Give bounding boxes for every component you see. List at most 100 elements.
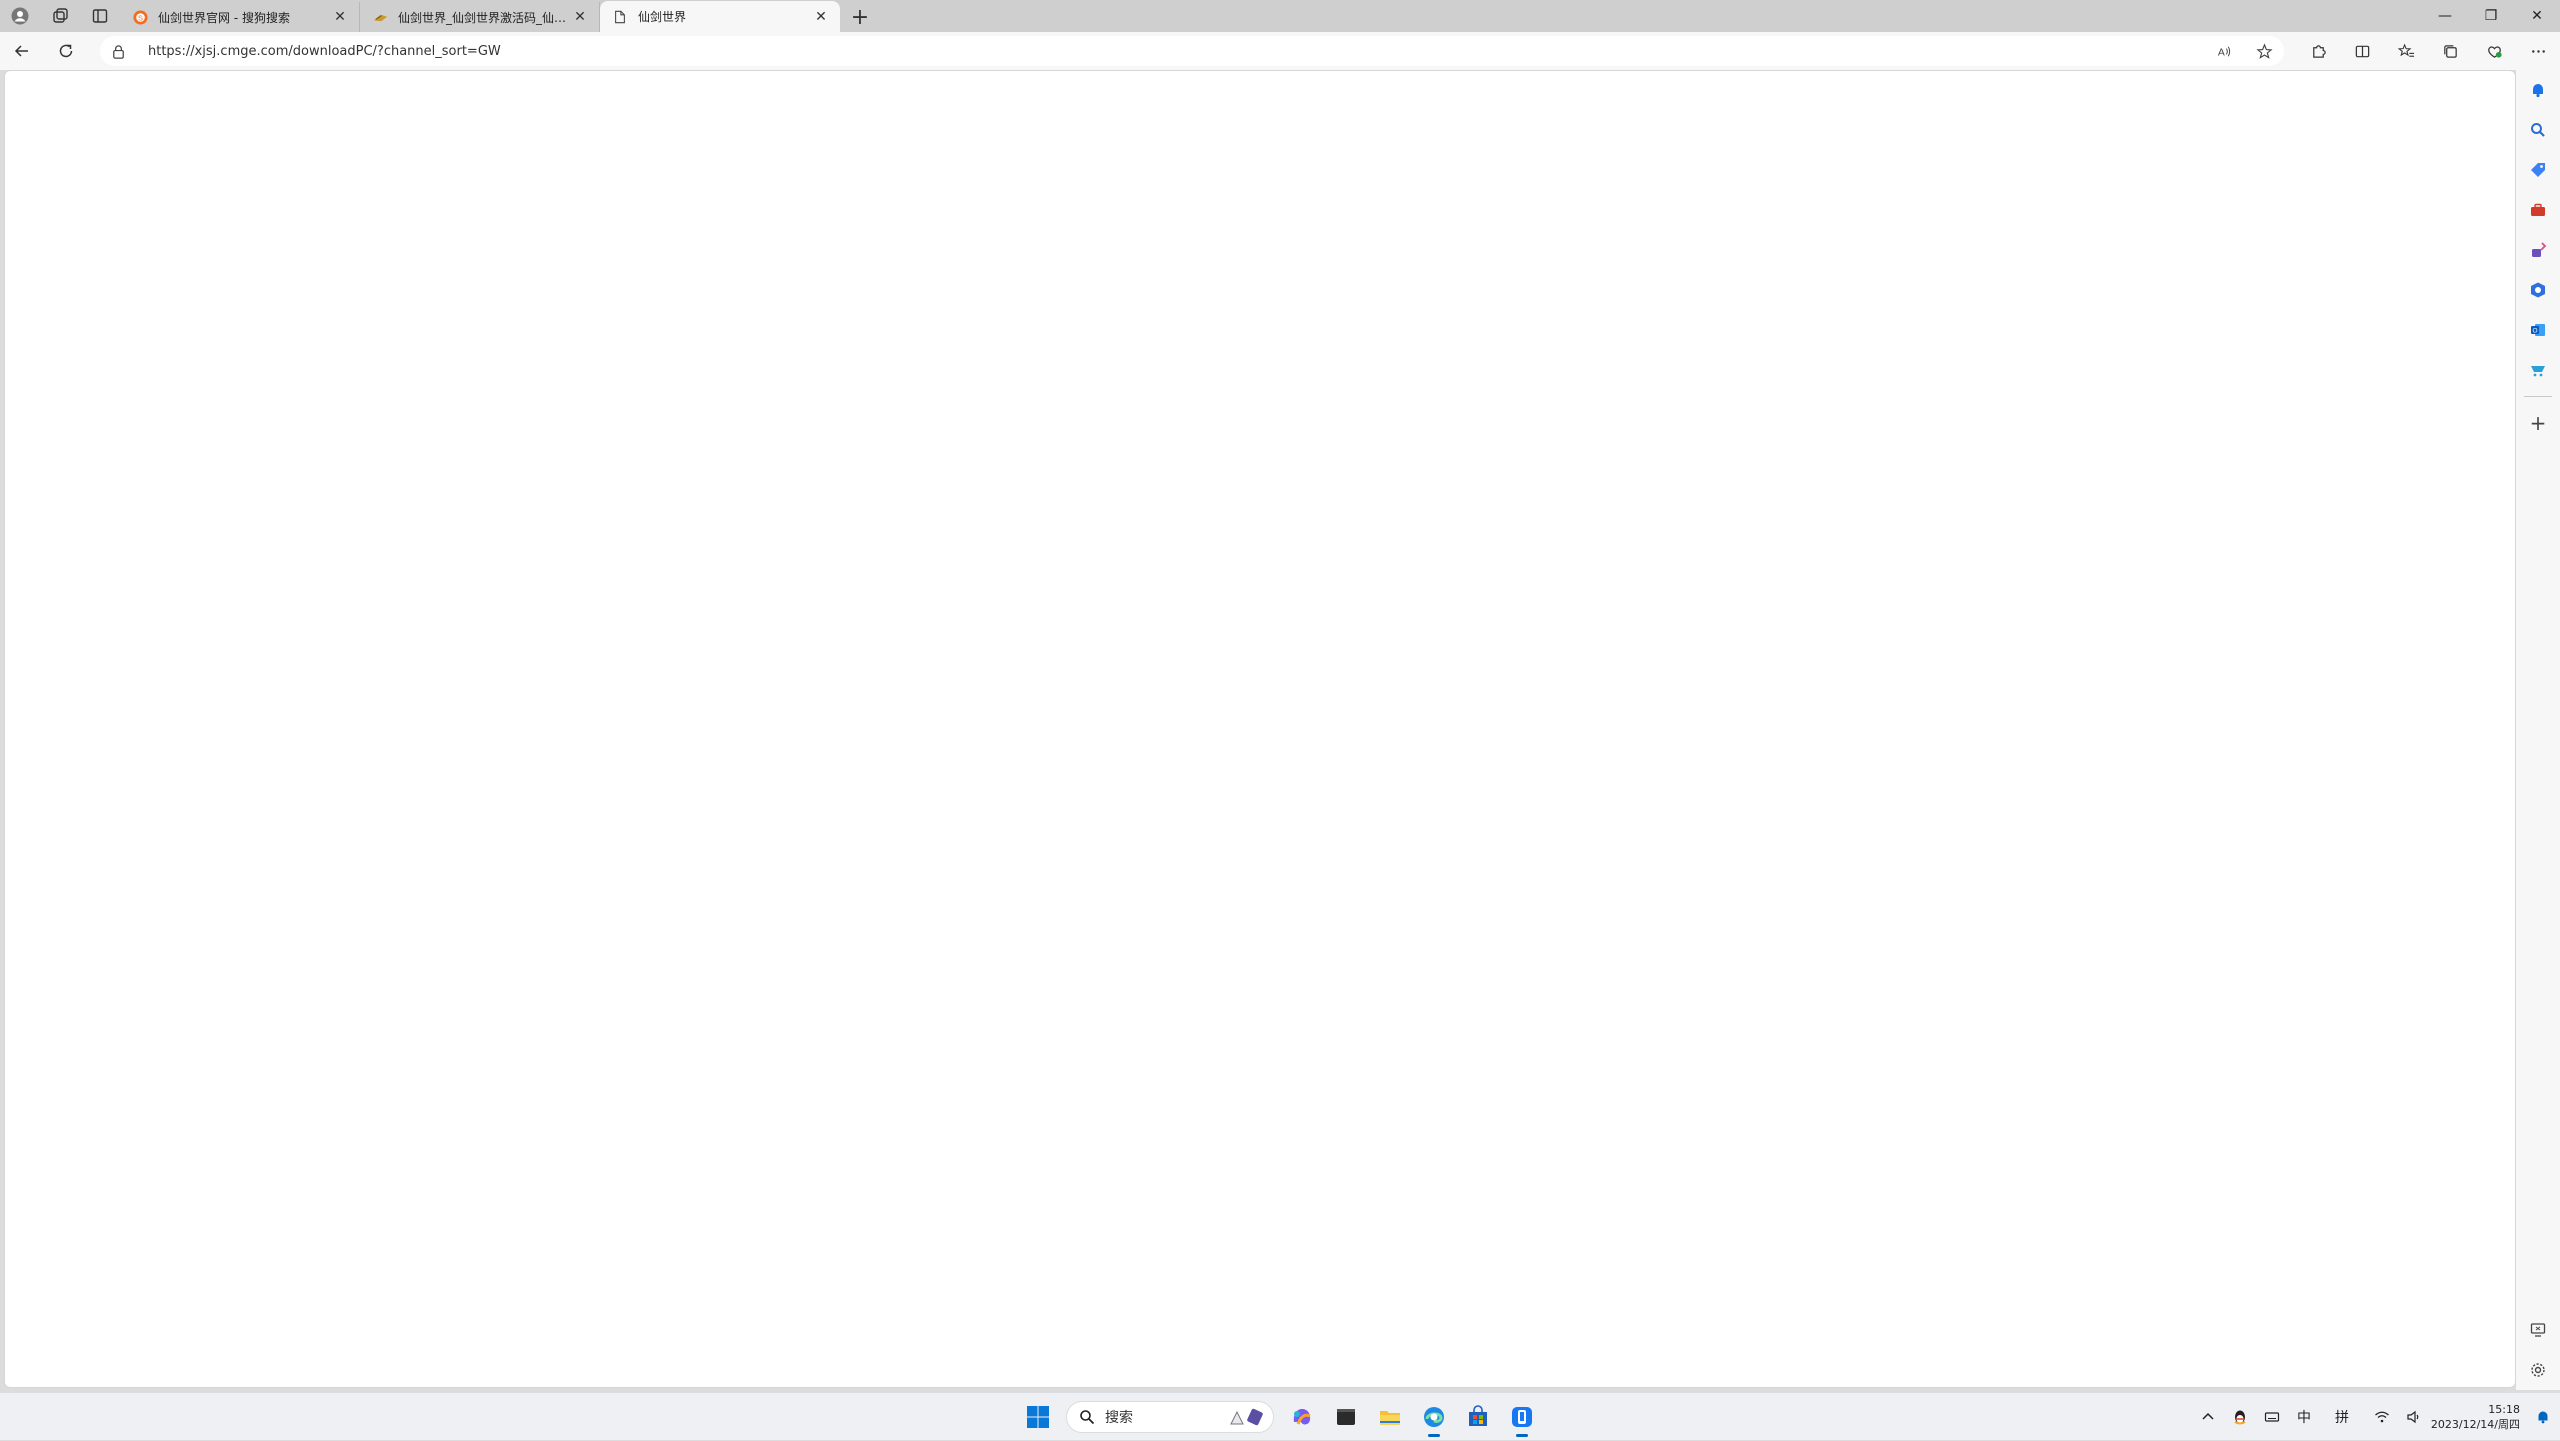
taskbar-app[interactable] <box>1500 1395 1544 1439</box>
outlook-icon: O <box>2531 324 2545 336</box>
back-arrow-icon <box>14 45 28 57</box>
start-button[interactable] <box>1016 1395 1060 1439</box>
sidebar-shopping-tag[interactable] <box>2516 150 2560 190</box>
read-aloud-icon: A <box>2217 46 2230 58</box>
read-aloud-button[interactable]: A <box>2204 36 2244 66</box>
svg-text:S: S <box>137 13 142 22</box>
qq-penguin-icon <box>2234 1410 2246 1425</box>
page-content[interactable] <box>4 70 2516 1388</box>
toolbox-icon <box>2531 203 2545 216</box>
refresh-icon <box>59 44 73 58</box>
chevron-up-icon <box>2202 1412 2214 1420</box>
clock-time: 15:18 <box>2488 1403 2520 1416</box>
screen-icon <box>2530 1323 2546 1337</box>
workspaces-icon <box>53 8 68 23</box>
vertical-tabs-icon <box>92 9 108 23</box>
gear-icon <box>2531 1363 2545 1377</box>
tray-qq[interactable] <box>2224 1393 2256 1441</box>
blank-page-icon <box>612 9 628 25</box>
address-bar[interactable]: https://xjsj.cmge.com/downloadPC/?channe… <box>100 36 2284 66</box>
tab-xianjian-world[interactable]: 仙剑世界 ✕ <box>600 1 840 32</box>
more-dots-icon <box>2531 49 2545 53</box>
taskbar-clock[interactable]: 15:18 2023/12/14/周四 <box>2430 1402 2526 1432</box>
windows-taskbar: 搜索 中 拼 15:18 2023/12/14/周四 <box>0 1392 2560 1440</box>
puzzle-icon <box>2312 44 2326 58</box>
url-text[interactable]: https://xjsj.cmge.com/downloadPC/?channe… <box>136 44 2204 59</box>
taskbar-search[interactable]: 搜索 <box>1066 1401 1274 1433</box>
refresh-button[interactable] <box>44 32 88 70</box>
store-icon <box>1469 1405 1487 1426</box>
system-tray: 中 拼 15:18 2023/12/14/周四 <box>2192 1393 2560 1441</box>
show-hidden-icons-button[interactable] <box>2192 1393 2224 1441</box>
split-screen-icon <box>2355 45 2369 57</box>
search-placeholder: 搜索 <box>1105 1410 1133 1426</box>
keyboard-icon <box>2264 1412 2280 1422</box>
new-tab-button[interactable]: + <box>844 2 876 32</box>
tray-wifi[interactable] <box>2366 1393 2398 1441</box>
browser-toolbar: https://xjsj.cmge.com/downloadPC/?channe… <box>0 32 2560 70</box>
search-icon <box>2531 123 2545 137</box>
sidebar-games[interactable] <box>2516 230 2560 270</box>
profile-button[interactable] <box>0 0 40 32</box>
search-highlight-icon <box>1230 1408 1263 1426</box>
minimize-button[interactable]: — <box>2422 0 2468 32</box>
sidebar-office[interactable] <box>2516 270 2560 310</box>
svg-text:A: A <box>2217 47 2224 58</box>
taskbar-terminal[interactable] <box>1324 1395 1368 1439</box>
file-explorer-icon <box>1380 1411 1400 1425</box>
close-tab-icon[interactable]: ✕ <box>812 8 830 26</box>
profile-icon <box>11 7 29 25</box>
collections-button[interactable] <box>2428 32 2472 70</box>
sidebar-tools[interactable] <box>2516 190 2560 230</box>
tab-activation-code[interactable]: 仙剑世界_仙剑世界激活码_仙剑世界 ✕ <box>360 2 600 32</box>
sidebar-outlook[interactable]: O <box>2516 310 2560 350</box>
plus-icon: + <box>2529 411 2547 435</box>
favorites-button[interactable] <box>2384 32 2428 70</box>
game-site-icon <box>372 9 388 25</box>
workspaces-button[interactable] <box>40 0 80 32</box>
tray-keyboard[interactable] <box>2256 1393 2288 1441</box>
sidebar-shopping[interactable] <box>2516 350 2560 390</box>
tab-title: 仙剑世界_仙剑世界激活码_仙剑世界 <box>398 10 571 25</box>
close-tab-icon[interactable]: ✕ <box>571 8 589 26</box>
favorite-star-button[interactable] <box>2244 36 2284 66</box>
shopping-icon <box>2531 366 2545 377</box>
app-icon <box>1512 1407 1532 1427</box>
collections-icon <box>2443 44 2457 58</box>
address-bar-actions: A <box>2204 36 2284 66</box>
taskbar-store[interactable] <box>1456 1395 1500 1439</box>
close-tab-icon[interactable]: ✕ <box>331 8 349 26</box>
close-window-button[interactable]: ✕ <box>2514 0 2560 32</box>
sidebar-settings[interactable] <box>2516 1350 2560 1390</box>
tab-sogou-search[interactable]: S 仙剑世界官网 - 搜狗搜索 ✕ <box>120 2 360 32</box>
window-controls: — ❐ ✕ <box>2422 0 2560 32</box>
game-icon <box>2532 242 2547 257</box>
tab-actions-button[interactable] <box>80 0 120 32</box>
extensions-button[interactable] <box>2296 32 2340 70</box>
star-icon <box>2255 42 2273 59</box>
clock-date: 2023/12/14/周四 <box>2430 1418 2520 1431</box>
settings-more-button[interactable] <box>2516 32 2560 70</box>
ime-mode-indicator[interactable]: 中 <box>2288 1393 2320 1441</box>
taskbar-copilot[interactable] <box>1280 1395 1324 1439</box>
taskbar-file-explorer[interactable] <box>1368 1395 1412 1439</box>
sidebar-add-button[interactable]: + <box>2516 403 2560 443</box>
favorites-list-icon <box>2397 42 2414 57</box>
windows-start-icon <box>1027 1406 1049 1428</box>
sidebar-notifications[interactable] <box>2516 70 2560 110</box>
copilot-icon <box>1293 1409 1311 1425</box>
back-button[interactable] <box>0 32 44 70</box>
notification-center-button[interactable] <box>2526 1393 2560 1441</box>
wifi-icon <box>2375 1411 2389 1423</box>
sidebar-search[interactable] <box>2516 110 2560 150</box>
restore-button[interactable]: ❐ <box>2468 0 2514 32</box>
tray-volume[interactable] <box>2398 1393 2430 1441</box>
taskbar-edge[interactable] <box>1412 1395 1456 1439</box>
lock-icon[interactable] <box>100 43 136 60</box>
browser-essentials-button[interactable] <box>2472 32 2516 70</box>
heart-shield-icon <box>2487 45 2502 58</box>
notification-bell-icon <box>2538 1411 2548 1424</box>
split-screen-button[interactable] <box>2340 32 2384 70</box>
sidebar-screen-cast[interactable] <box>2516 1310 2560 1350</box>
ime-name-indicator[interactable]: 拼 <box>2326 1393 2358 1441</box>
